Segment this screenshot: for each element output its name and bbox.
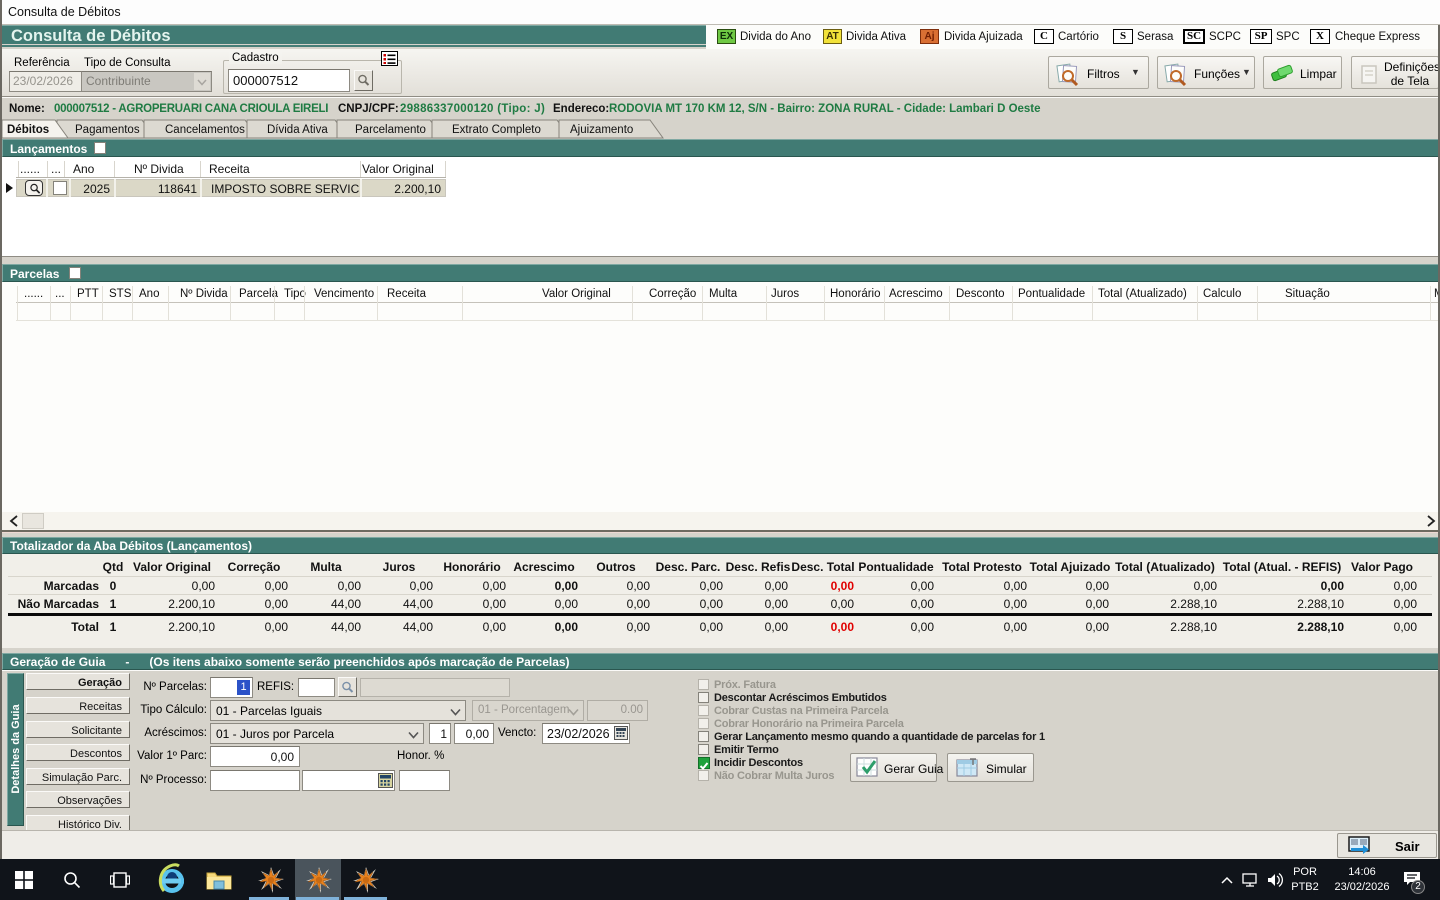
svg-text:Dívida Ativa: Dívida Ativa — [267, 124, 328, 136]
svg-text:Pagamentos: Pagamentos — [75, 124, 140, 136]
svg-text:Débitos: Débitos — [7, 124, 49, 136]
svg-text:Parcelamento: Parcelamento — [355, 124, 426, 136]
svg-text:Cancelamentos: Cancelamentos — [165, 124, 245, 136]
svg-text:Extrato Completo: Extrato Completo — [452, 124, 541, 136]
svg-text:Ajuizamento: Ajuizamento — [570, 124, 633, 136]
